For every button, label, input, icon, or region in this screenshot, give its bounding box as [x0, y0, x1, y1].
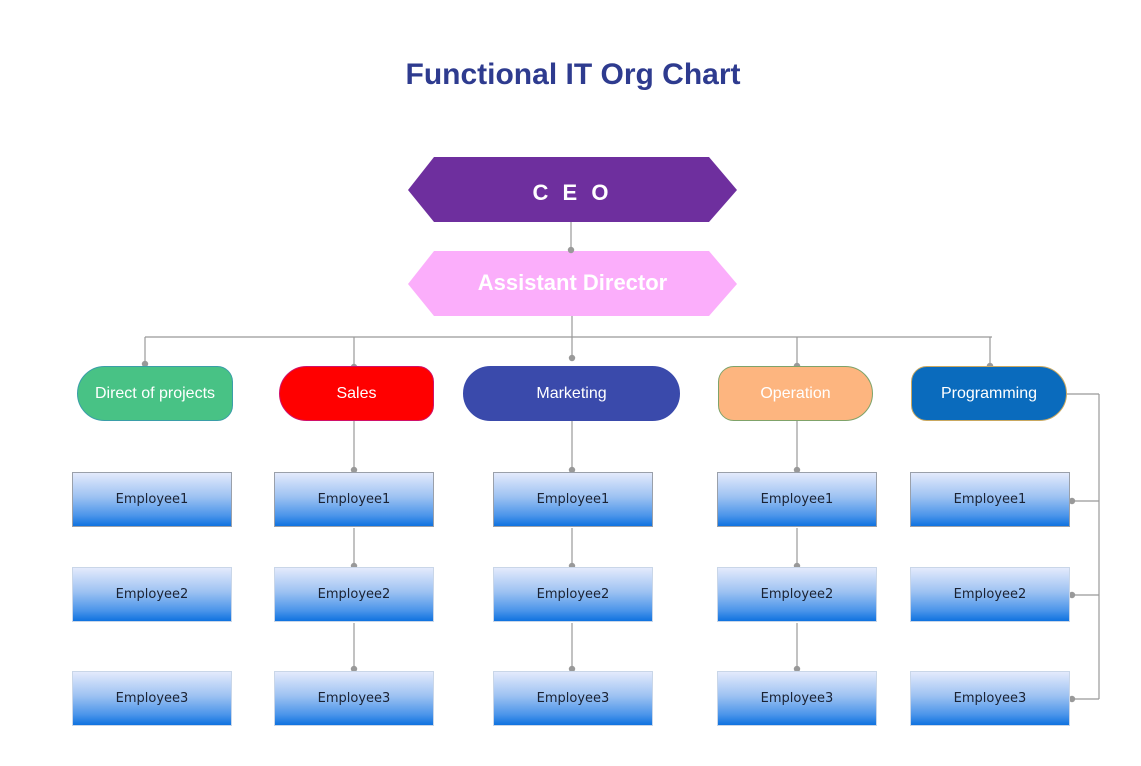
employee-label: Employee2	[317, 587, 391, 602]
employee-box[interactable]: Employee2	[910, 567, 1070, 622]
department-label: Sales	[336, 384, 377, 402]
employee-box[interactable]: Employee3	[493, 671, 653, 726]
connector-dot	[567, 246, 575, 254]
employee-box[interactable]: Employee3	[72, 671, 232, 726]
employee-box[interactable]: Employee2	[274, 567, 434, 622]
department-marketing[interactable]: Marketing	[463, 366, 680, 421]
employee-box[interactable]: Employee3	[717, 671, 877, 726]
employee-label: Employee1	[536, 492, 610, 507]
employee-label: Employee3	[115, 691, 189, 706]
department-label: Direct of projects	[94, 384, 216, 402]
employee-label: Employee1	[317, 492, 391, 507]
department-label: Operation	[760, 384, 831, 402]
employee-box[interactable]: Employee1	[274, 472, 434, 527]
employee-box[interactable]: Employee2	[717, 567, 877, 622]
employee-box[interactable]: Employee3	[910, 671, 1070, 726]
employee-box[interactable]: Employee1	[910, 472, 1070, 527]
employee-label: Employee1	[953, 492, 1027, 507]
employee-label: Employee2	[760, 587, 834, 602]
employee-label: Employee3	[536, 691, 610, 706]
department-operation[interactable]: Operation	[718, 366, 873, 421]
ceo-label: C E O	[532, 180, 613, 205]
employee-box[interactable]: Employee2	[493, 567, 653, 622]
department-label: Programming	[940, 384, 1038, 402]
employee-box[interactable]: Employee2	[72, 567, 232, 622]
employee-label: Employee3	[760, 691, 834, 706]
employee-box[interactable]: Employee3	[274, 671, 434, 726]
employee-box[interactable]: Employee1	[493, 472, 653, 527]
employee-label: Employee1	[760, 492, 834, 507]
employee-label: Employee1	[115, 492, 189, 507]
connector-dot	[568, 354, 576, 362]
assistant-director-label: Assistant Director	[477, 270, 668, 295]
department-sales[interactable]: Sales	[279, 366, 434, 421]
employee-label: Employee2	[115, 587, 189, 602]
employee-label: Employee2	[536, 587, 610, 602]
department-direct-of-projects[interactable]: Direct of projects	[77, 366, 233, 421]
employee-box[interactable]: Employee1	[72, 472, 232, 527]
employee-label: Employee3	[317, 691, 391, 706]
department-label: Marketing	[536, 384, 607, 402]
employee-box[interactable]: Employee1	[717, 472, 877, 527]
department-programming[interactable]: Programming	[911, 366, 1067, 421]
employee-label: Employee2	[953, 587, 1027, 602]
employee-label: Employee3	[953, 691, 1027, 706]
